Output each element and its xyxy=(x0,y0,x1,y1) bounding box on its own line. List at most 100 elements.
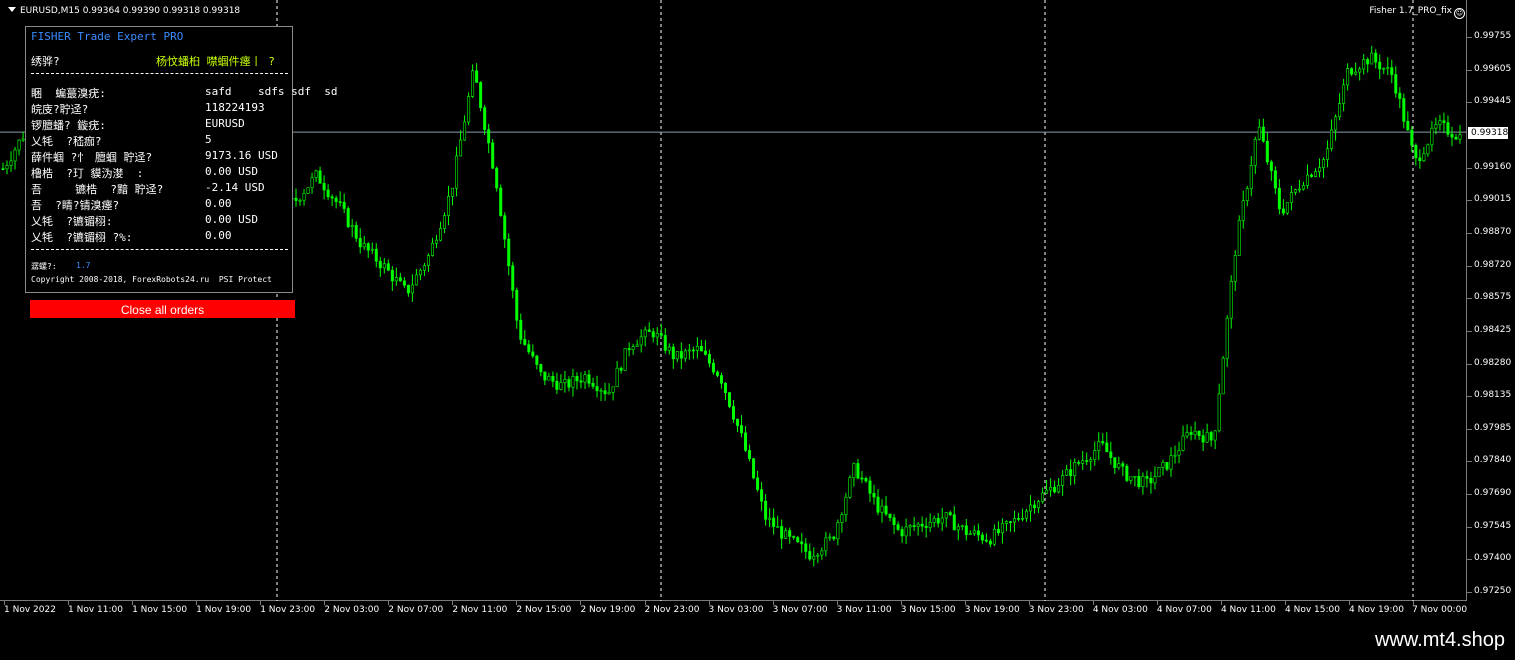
candle-body xyxy=(816,554,820,557)
candle xyxy=(1121,461,1125,477)
candle xyxy=(727,391,731,409)
candle xyxy=(1237,215,1241,256)
candle-body xyxy=(631,346,635,351)
candle-body xyxy=(1000,523,1004,534)
candle xyxy=(358,228,362,254)
candle-body xyxy=(1229,281,1233,319)
candle xyxy=(1089,456,1093,471)
candle xyxy=(1177,441,1181,464)
candle-body xyxy=(723,382,727,393)
candle xyxy=(1334,114,1338,141)
candle-body xyxy=(1137,475,1141,487)
candle-body xyxy=(1261,126,1265,142)
candle xyxy=(912,516,916,532)
candle-body xyxy=(752,458,756,479)
candle xyxy=(643,326,647,347)
candle-body xyxy=(1185,432,1189,437)
candle xyxy=(1386,57,1390,76)
price-tick-mark xyxy=(1467,102,1472,104)
candle xyxy=(342,193,346,213)
candle xyxy=(1069,459,1073,486)
candle xyxy=(1297,179,1301,193)
candle-body xyxy=(864,478,868,482)
candle-body xyxy=(659,333,663,336)
time-tick xyxy=(1285,601,1286,605)
candle xyxy=(1446,115,1450,138)
candle xyxy=(1438,114,1442,131)
candle-body xyxy=(627,348,631,351)
time-label: 1 Nov 23:00 xyxy=(260,605,316,615)
candle xyxy=(687,343,691,360)
candle xyxy=(1109,441,1113,465)
price-tick-label: 0.97400 xyxy=(1474,553,1512,564)
candle xyxy=(1285,202,1289,215)
candle xyxy=(1165,461,1169,472)
panel-header-left: 绣骅? xyxy=(31,55,60,68)
candle-body xyxy=(418,269,422,276)
candle xyxy=(1225,315,1229,367)
panel-row-value: 0.00 xyxy=(205,229,232,242)
candle-body xyxy=(800,541,804,545)
candle xyxy=(475,63,479,83)
candle xyxy=(322,175,326,200)
candle xyxy=(21,131,25,142)
price-tick-label: 0.97985 xyxy=(1474,422,1512,433)
candle xyxy=(832,535,836,541)
candle-body xyxy=(936,518,940,524)
candle xyxy=(418,268,422,281)
candle xyxy=(1201,429,1205,452)
candle-body xyxy=(1189,432,1193,435)
candle-body xyxy=(1049,486,1053,491)
candle-body xyxy=(491,142,495,169)
panel-row-label: 乂牦 ?镳镅栩 ?%: xyxy=(31,231,133,244)
price-tick-mark xyxy=(1467,232,1472,234)
time-tick xyxy=(260,601,262,605)
indicator-label[interactable]: Fisher 1.7_PRO_fix ☺ xyxy=(1369,6,1465,19)
candle-body xyxy=(17,139,21,151)
candle-body xyxy=(366,243,370,251)
candle xyxy=(1133,475,1137,487)
chart-window[interactable]: EURUSD,M15 0.99364 0.99390 0.99318 0.993… xyxy=(0,0,1515,626)
candle xyxy=(663,328,667,354)
candle xyxy=(1181,425,1185,452)
candle-body xyxy=(495,167,499,189)
candle xyxy=(1173,445,1177,464)
candle xyxy=(1193,421,1197,440)
candle-body xyxy=(687,349,691,352)
candle-body xyxy=(780,526,784,539)
price-tick-mark xyxy=(1467,200,1472,202)
dropdown-triangle-icon[interactable] xyxy=(8,7,16,12)
candle xyxy=(627,342,631,357)
candle xyxy=(736,418,740,433)
candle-body xyxy=(13,149,17,162)
candle-body xyxy=(675,351,679,360)
candle-body xyxy=(358,237,362,248)
candle xyxy=(487,123,491,154)
version-value: 1.7 xyxy=(76,261,91,270)
candle-body xyxy=(434,239,438,244)
candle-body xyxy=(1105,442,1109,453)
candle xyxy=(370,242,374,254)
candle xyxy=(651,328,655,343)
close-all-orders-button[interactable]: Close all orders xyxy=(30,300,295,318)
candle xyxy=(531,344,535,359)
candle-body xyxy=(1430,127,1434,146)
candle-body xyxy=(1342,84,1346,104)
candle-body xyxy=(1205,432,1209,443)
candle xyxy=(1157,466,1161,478)
candle xyxy=(928,513,932,533)
candle xyxy=(1149,471,1153,494)
candle xyxy=(366,242,370,258)
candle-body xyxy=(848,477,852,498)
candle-body xyxy=(430,242,434,256)
price-tick-mark xyxy=(1467,298,1472,300)
candle xyxy=(964,518,968,541)
candle xyxy=(868,476,872,503)
candle-body xyxy=(21,138,25,141)
candle-body xyxy=(719,375,723,384)
price-tick-label: 0.99160 xyxy=(1474,161,1512,172)
candle xyxy=(1053,480,1057,494)
copyright-text: Copyright 2008-2018, ForexRobots24.ru PS… xyxy=(31,275,272,284)
candle-body xyxy=(792,536,796,538)
candle-body xyxy=(354,225,358,239)
